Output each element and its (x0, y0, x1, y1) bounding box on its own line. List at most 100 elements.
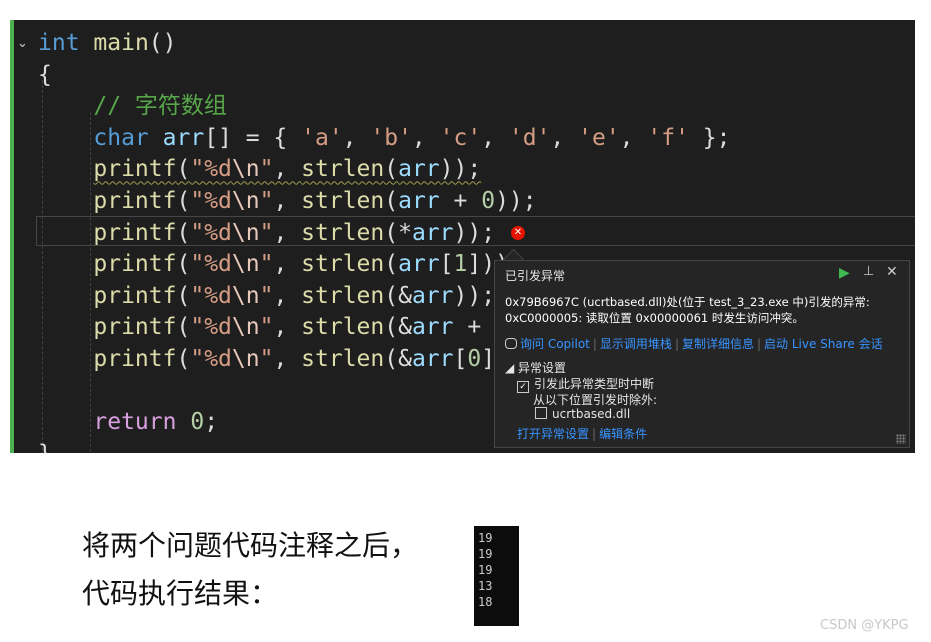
code-token: strlen (301, 219, 385, 246)
code-token: 0 (190, 409, 205, 436)
code-token: \n (231, 346, 260, 372)
code-token: , (550, 124, 579, 151)
code-token: )); (453, 282, 496, 309)
fold-chevron-icon[interactable]: ⌄ (17, 36, 28, 51)
code-line[interactable]: printf("%d\n", strlen(*arr)); (38, 218, 495, 248)
code-token: "%d (190, 346, 232, 372)
code-token: 'd' (508, 124, 551, 151)
break-checkbox[interactable]: ✓ (517, 381, 529, 393)
console-line: 19 (478, 547, 493, 561)
code-token: arr (398, 188, 440, 214)
code-token: ( (176, 314, 191, 341)
code-token: 'a' (301, 124, 343, 151)
code-token: [ (439, 251, 454, 278)
console-window: 19 19 19 13 18 (474, 526, 519, 626)
code-token: strlen (301, 314, 385, 341)
copy-details-link[interactable]: 复制详细信息 (682, 337, 754, 351)
code-token: int (38, 30, 80, 56)
code-token: ( (176, 188, 191, 214)
link-separator: | (592, 427, 597, 441)
code-token: "%d (190, 314, 232, 341)
code-token: strlen (301, 251, 385, 278)
code-token: printf (93, 188, 177, 214)
code-line[interactable]: printf("%d\n", strlen(arr[1])) (38, 249, 509, 279)
code-token: , (273, 314, 302, 341)
code-token: } (38, 441, 52, 453)
code-token: char (93, 124, 149, 151)
code-token: , (411, 124, 440, 151)
open-exception-settings-link[interactable]: 打开异常设置 (517, 427, 589, 441)
code-token: , (273, 251, 302, 278)
console-line: 19 (478, 531, 493, 545)
code-line[interactable]: } (38, 439, 52, 453)
code-token: (* (384, 219, 412, 246)
code-line[interactable]: printf("%d\n", strlen(&arr + 1) (38, 312, 522, 342)
code-line[interactable]: // 字符数组 (38, 91, 227, 121)
exception-message-line2: 0xC0000005: 读取位置 0x00000061 时发生访问冲突。 (505, 311, 804, 325)
code-line[interactable]: int main() (38, 28, 177, 58)
code-token: printf (93, 314, 177, 341)
close-icon[interactable]: ✕ (886, 264, 898, 280)
resize-grip-icon[interactable] (896, 434, 906, 444)
code-token: \n (231, 219, 260, 246)
code-token: , (273, 156, 302, 183)
code-token: arr (398, 251, 440, 278)
code-token: , (481, 124, 509, 151)
code-token: arr (411, 346, 454, 372)
pin-icon[interactable]: ⊥ (863, 264, 874, 279)
code-token: "%d (190, 251, 232, 278)
copilot-icon (505, 338, 517, 349)
code-token: " (259, 188, 274, 214)
code-token: (& (384, 314, 412, 341)
code-token: 'e' (578, 124, 620, 151)
code-token: \n (231, 188, 260, 214)
code-line[interactable]: char arr[] = { 'a', 'b', 'c', 'd', 'e', … (38, 123, 730, 153)
continue-icon[interactable]: ▶ (839, 265, 850, 281)
code-token: [] = { (204, 124, 302, 151)
code-token: ( (384, 188, 399, 214)
code-line[interactable]: printf("%d\n", strlen(arr + 0)); (38, 186, 536, 216)
code-token: 'f' (647, 124, 689, 151)
caption-line1: 将两个问题代码注释之后， (82, 529, 419, 562)
link-separator: | (592, 337, 597, 351)
edit-conditions-link[interactable]: 编辑条件 (599, 427, 647, 441)
code-token: 'c' (439, 124, 482, 151)
code-token: " (259, 282, 274, 309)
code-token: , (273, 282, 302, 309)
code-token: arr (411, 282, 454, 309)
error-icon[interactable]: ✕ (511, 226, 525, 240)
code-token: , (273, 219, 302, 246)
show-call-stack-link[interactable]: 显示调用堆栈 (600, 337, 672, 351)
code-token: ( (176, 282, 191, 309)
exception-settings-section[interactable]: ◢ 异常设置 (505, 359, 566, 376)
code-token: // 字符数组 (93, 93, 227, 120)
code-line[interactable]: return 0; (38, 407, 218, 437)
console-line: 18 (478, 595, 493, 609)
module-checkbox-label: ucrtbased.dll (552, 407, 631, 421)
except-label: 从以下位置引发时除外: (533, 393, 658, 407)
code-token: strlen (301, 188, 385, 214)
live-share-link[interactable]: 启动 Live Share 会话 (764, 337, 883, 351)
collapse-triangle-icon[interactable]: ◢ (505, 361, 518, 375)
code-token: " (259, 219, 274, 246)
code-line[interactable]: { (38, 60, 52, 90)
code-token: ( (176, 346, 191, 372)
code-line[interactable]: printf("%d\n", strlen(&arr[0] + (38, 344, 522, 374)
code-token: + (453, 314, 496, 341)
popup-bottom-links: 打开异常设置 | 编辑条件 (517, 425, 647, 442)
console-line: 13 (478, 579, 493, 593)
module-checkbox[interactable] (535, 407, 547, 419)
code-token: " (259, 346, 274, 372)
code-token: printf (93, 346, 177, 372)
code-line[interactable]: printf("%d\n", strlen(arr)); (38, 154, 481, 184)
code-line[interactable]: printf("%d\n", strlen(&arr)); (38, 281, 495, 311)
code-token: " (259, 156, 274, 183)
code-token: (& (384, 346, 412, 372)
ask-copilot-link[interactable]: 询问 Copilot (520, 337, 590, 351)
module-checkbox-row[interactable]: ucrtbased.dll (535, 407, 630, 421)
code-token: 0 (481, 188, 496, 214)
